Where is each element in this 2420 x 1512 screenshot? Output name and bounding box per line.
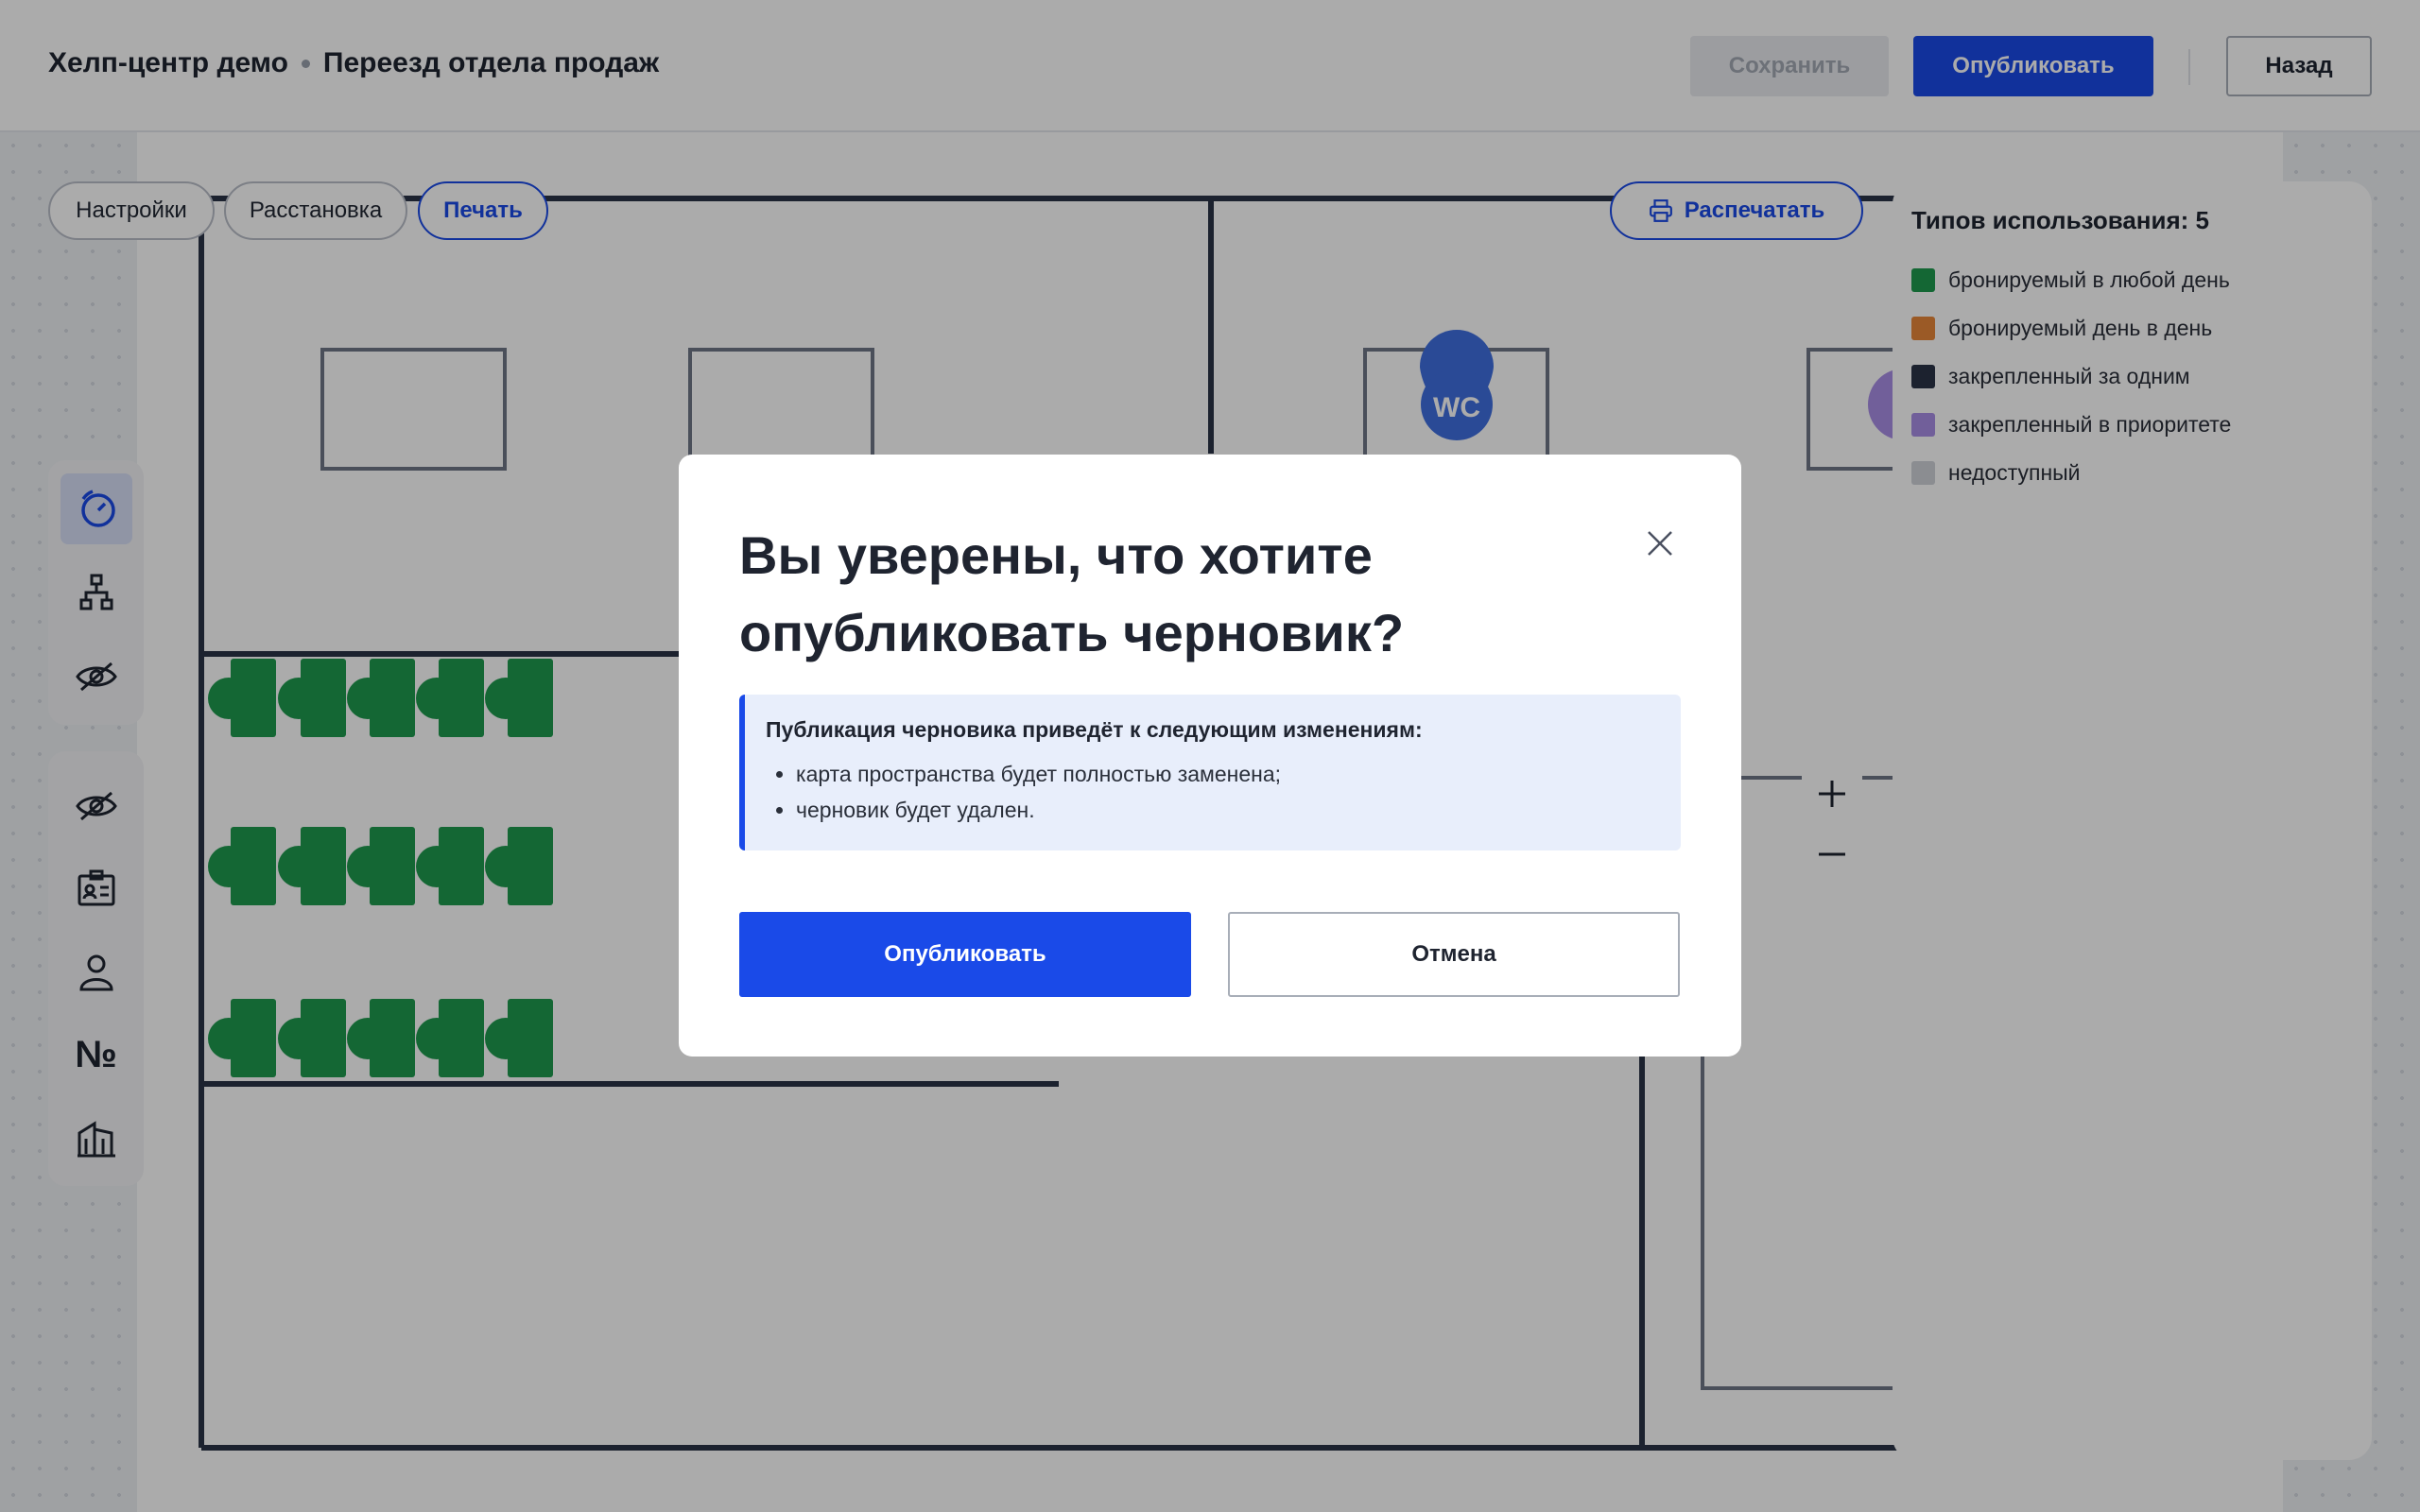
notice-list: карта пространства будет полностью замен… xyxy=(766,756,1660,828)
notice-item: карта пространства будет полностью замен… xyxy=(796,756,1660,792)
dialog-title: Вы уверены, что хотите опубликовать черн… xyxy=(739,525,1405,662)
confirm-publish-button[interactable]: Опубликовать xyxy=(739,912,1191,997)
notice-title: Публикация черновика приведёт к следующи… xyxy=(766,717,1423,742)
close-button[interactable] xyxy=(1634,517,1686,570)
publish-confirm-dialog: Вы уверены, что хотите опубликовать черн… xyxy=(679,455,1741,1057)
changes-notice: Публикация черновика приведёт к следующи… xyxy=(739,695,1681,850)
close-icon xyxy=(1648,531,1672,556)
cancel-button[interactable]: Отмена xyxy=(1228,912,1680,997)
notice-item: черновик будет удален. xyxy=(796,792,1660,828)
